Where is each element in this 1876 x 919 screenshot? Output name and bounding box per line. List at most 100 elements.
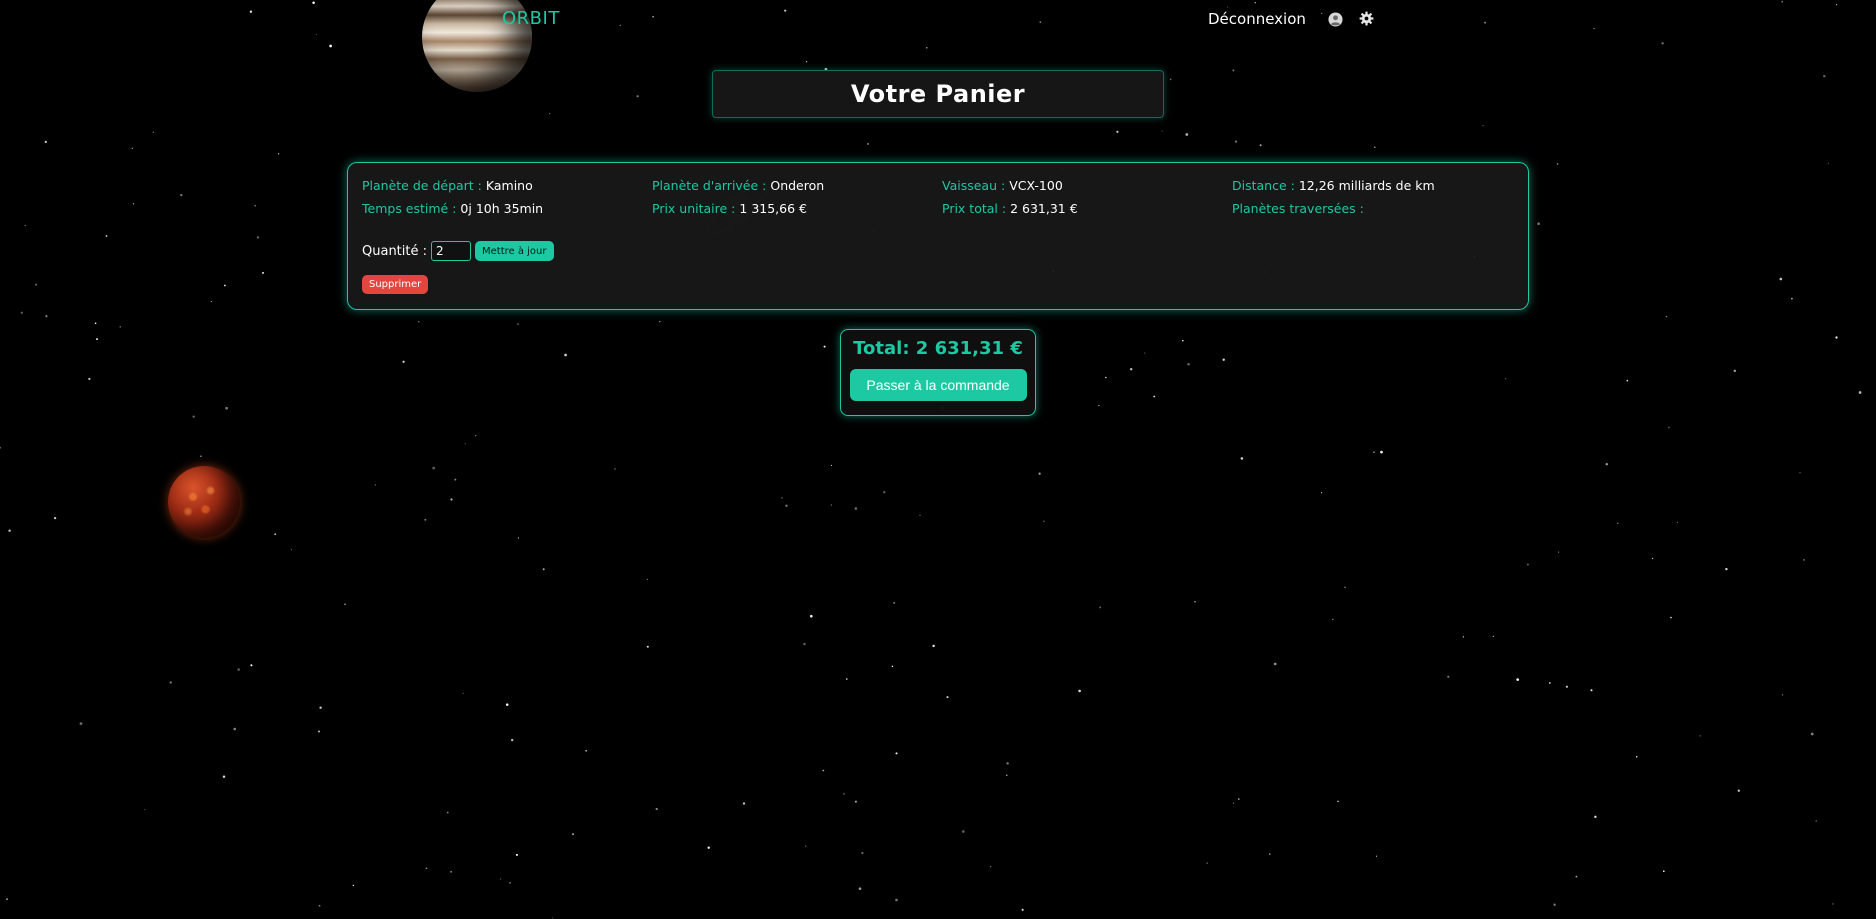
- star: [1153, 395, 1156, 398]
- user-icon[interactable]: [1328, 12, 1343, 27]
- star: [517, 537, 520, 539]
- star: [805, 845, 807, 847]
- star: [1344, 586, 1346, 589]
- star: [261, 271, 265, 274]
- star: [250, 664, 253, 667]
- star: [1548, 682, 1551, 684]
- star: [614, 468, 616, 470]
- star: [1670, 616, 1672, 619]
- quantity-input[interactable]: [431, 241, 471, 261]
- star: [1651, 557, 1654, 560]
- star: [919, 514, 921, 517]
- star: [1858, 391, 1862, 394]
- star: [1791, 297, 1793, 300]
- star: [867, 142, 870, 145]
- quantity-label: Quantité :: [362, 243, 427, 259]
- logout-link[interactable]: Déconnexion: [1208, 10, 1306, 28]
- star: [169, 681, 172, 684]
- planets-crossed-label: Planètes traversées :: [1232, 201, 1364, 216]
- star: [352, 884, 355, 887]
- star: [0, 446, 2, 449]
- star: [895, 898, 898, 902]
- star: [24, 224, 26, 227]
- star: [1130, 368, 1133, 371]
- star: [571, 833, 575, 836]
- star: [277, 153, 280, 155]
- departure-value: Kamino: [485, 178, 533, 193]
- star: [94, 322, 97, 325]
- distance-label: Distance :: [1232, 178, 1295, 193]
- star: [432, 466, 436, 470]
- star: [290, 549, 293, 551]
- star: [1832, 903, 1834, 905]
- star: [53, 516, 57, 520]
- brand-logo-link[interactable]: ORBIT: [502, 8, 560, 29]
- star: [646, 578, 648, 580]
- star: [152, 131, 154, 133]
- star: [1447, 675, 1450, 678]
- star: [1234, 140, 1238, 143]
- star: [1238, 798, 1240, 800]
- star: [564, 353, 567, 357]
- star: [1733, 369, 1737, 373]
- star: [256, 236, 260, 239]
- star: [1187, 363, 1190, 366]
- star: [1273, 662, 1277, 666]
- star: [1116, 130, 1119, 133]
- top-navigation: ORBIT Déconnexion: [0, 0, 1876, 40]
- star: [1661, 42, 1664, 45]
- star: [222, 775, 226, 778]
- star: [319, 706, 322, 709]
- distance-field: Distance : 12,26 milliards de km: [1232, 177, 1522, 194]
- star: [210, 300, 212, 303]
- star: [1482, 124, 1484, 127]
- checkout-button[interactable]: Passer à la commande: [849, 369, 1027, 401]
- star: [990, 866, 992, 868]
- star: [462, 692, 464, 694]
- delete-item-button[interactable]: Supprimer: [362, 275, 429, 294]
- star: [1626, 379, 1629, 382]
- star: [88, 377, 91, 381]
- time-field: Temps estimé : 0j 10h 35min: [362, 200, 652, 217]
- star: [274, 533, 277, 536]
- star: [781, 497, 783, 499]
- star: [1605, 462, 1609, 466]
- star: [1078, 689, 1081, 693]
- cart-item-card: Planète de départ : Kamino Planète d'arr…: [347, 162, 1529, 310]
- star: [1537, 222, 1540, 226]
- star: [1558, 551, 1560, 553]
- star: [1099, 606, 1102, 609]
- star: [1594, 815, 1597, 819]
- star: [1779, 277, 1783, 281]
- star: [318, 904, 321, 907]
- star: [450, 871, 452, 873]
- quantity-row: Quantité : Mettre à jour: [362, 241, 554, 261]
- star: [1206, 862, 1208, 864]
- total-price-field: Prix total : 2 631,31 €: [942, 200, 1232, 217]
- star: [659, 321, 661, 323]
- star: [542, 568, 545, 571]
- star: [454, 478, 457, 481]
- star: [785, 504, 788, 507]
- gear-icon[interactable]: [1359, 11, 1374, 26]
- star: [551, 917, 553, 919]
- star: [1781, 694, 1784, 696]
- star: [636, 95, 639, 98]
- update-quantity-button[interactable]: Mettre à jour: [475, 241, 554, 261]
- arrival-value: Onderon: [770, 178, 825, 193]
- star: [822, 769, 825, 772]
- star: [1144, 352, 1146, 354]
- star: [548, 112, 551, 115]
- star: [45, 315, 48, 318]
- star: [450, 498, 453, 501]
- star: [646, 645, 649, 648]
- star: [517, 323, 519, 325]
- star: [1526, 563, 1529, 566]
- star: [1553, 903, 1556, 906]
- departure-label: Planète de départ :: [362, 178, 482, 193]
- departure-field: Planète de départ : Kamino: [362, 177, 652, 194]
- total-price-value: 2 631,31 €: [1010, 201, 1078, 216]
- time-value: 0j 10h 35min: [460, 201, 544, 216]
- star: [1375, 855, 1378, 857]
- star: [233, 727, 237, 731]
